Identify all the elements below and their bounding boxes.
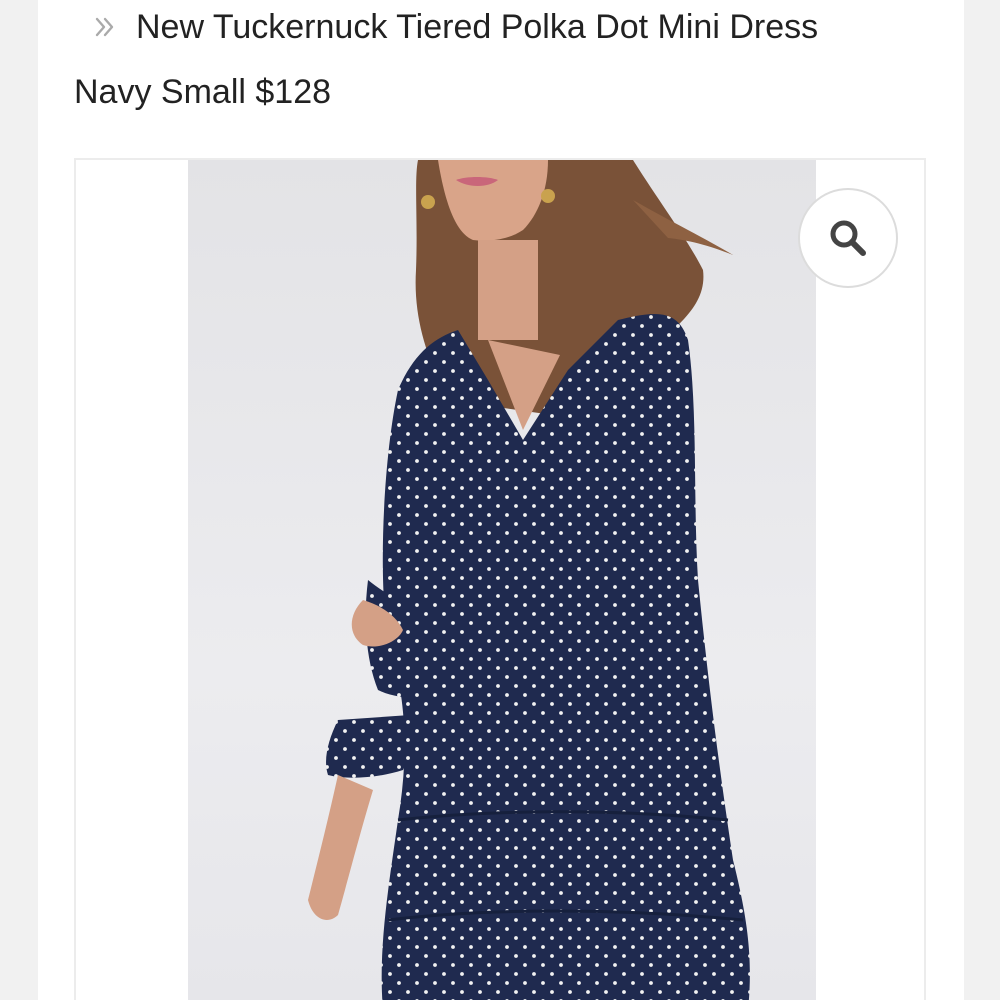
double-chevron-right-icon	[92, 12, 118, 42]
page: New Tuckernuck Tiered Polka Dot Mini Dre…	[0, 0, 1000, 1000]
dress-illustration	[308, 160, 750, 1000]
product-title[interactable]: New Tuckernuck Tiered Polka Dot Mini Dre…	[136, 8, 818, 47]
product-photo[interactable]	[188, 160, 816, 1000]
product-subtitle: Navy Small $128	[74, 73, 332, 111]
zoom-button[interactable]	[798, 188, 898, 288]
product-image-frame	[74, 158, 926, 1000]
title-row: New Tuckernuck Tiered Polka Dot Mini Dre…	[92, 4, 818, 50]
search-icon	[830, 220, 866, 256]
